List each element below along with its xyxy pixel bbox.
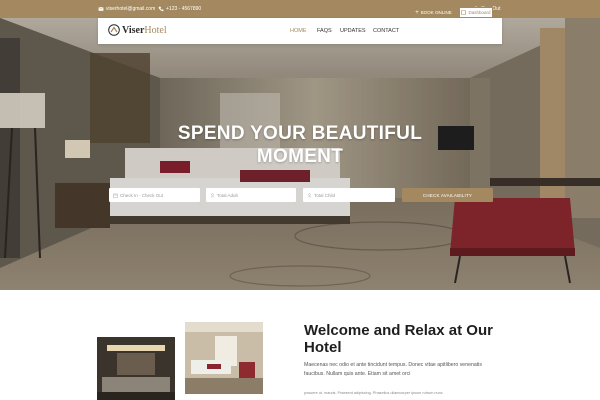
dashboard-button[interactable]: Dashboard	[459, 7, 493, 18]
total-child-placeholder: Total Child	[314, 192, 336, 198]
nav-link-updates[interactable]: UPDATES	[340, 28, 366, 34]
logo-text-hotel: Hotel	[144, 24, 167, 36]
dashboard-label: Dashboard	[468, 10, 491, 15]
person-icon	[210, 192, 215, 198]
nav-link-faqs[interactable]: FAQS	[317, 28, 332, 34]
hero-headline: SPEND YOUR BEAUTIFUL MOMENT	[150, 122, 450, 168]
contact-phone-text: +123 - 4567890	[166, 6, 202, 12]
contact-email[interactable]: viserhotel@gmail.com	[98, 6, 155, 12]
total-child-input[interactable]: Total Child	[303, 188, 395, 202]
envelope-icon	[98, 7, 104, 11]
contact-phone[interactable]: +123 - 4567890	[158, 6, 201, 12]
check-in-check-out-input[interactable]: Check In - Check Out	[109, 188, 200, 202]
welcome-paragraph-secondary: posuere ut, mauris. Praesent adipiscing.…	[304, 391, 443, 395]
book-online-label: BOOK ONLINE	[420, 10, 452, 15]
nav-link-home[interactable]: HOME	[290, 28, 307, 34]
check-in-check-out-placeholder: Check In - Check Out	[120, 192, 164, 198]
top-info-bar: viserhotel@gmail.com +123 - 4567890 Sign…	[0, 0, 600, 18]
nav-link-contact[interactable]: CONTACT	[373, 28, 399, 34]
hotel-logo-icon	[108, 24, 120, 36]
site-logo[interactable]: Viser Hotel	[108, 24, 167, 36]
main-navbar: Viser Hotel HOME FAQS UPDATES CONTACT	[98, 18, 502, 44]
logo-text-viser: Viser	[122, 24, 145, 36]
contact-email-text: viserhotel@gmail.com	[106, 6, 156, 12]
hero-headline-line1: SPEND YOUR BEAUTIFUL	[177, 123, 423, 144]
hotel-interior-photo-1	[97, 337, 175, 400]
hero-headline-line2: MOMENT	[256, 146, 344, 167]
person-icon	[307, 192, 312, 198]
hotel-interior-photo-2	[185, 322, 263, 394]
book-online-button[interactable]: + BOOK ONLINE	[411, 7, 456, 18]
calendar-icon	[113, 193, 118, 198]
check-availability-button[interactable]: CHECK AVAILABILITY	[402, 188, 493, 202]
welcome-heading: Welcome and Relax at Our Hotel	[304, 322, 493, 356]
dashboard-icon	[461, 10, 467, 15]
phone-icon	[158, 6, 164, 12]
welcome-paragraph: Maecenas nec odio et ante tincidunt temp…	[304, 362, 482, 377]
total-adult-input[interactable]: Total Adult	[206, 188, 296, 202]
total-adult-placeholder: Total Adult	[217, 192, 238, 198]
plus-icon: +	[415, 9, 419, 16]
